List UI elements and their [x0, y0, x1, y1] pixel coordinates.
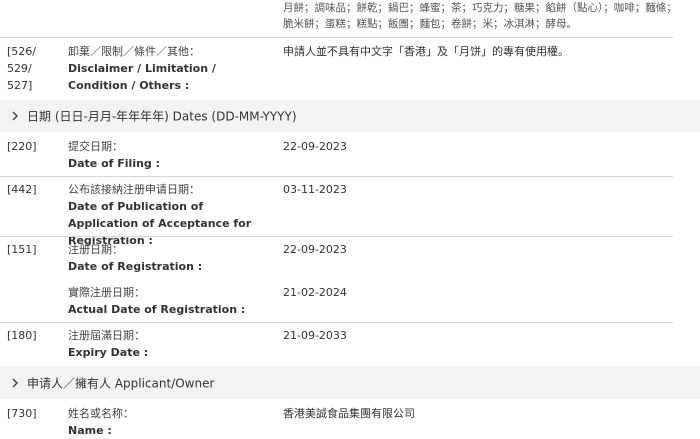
field-code: [180]: [7, 329, 37, 342]
label-zh: 實際注册日期：: [68, 286, 145, 299]
field-value: 03-11-2023: [283, 183, 347, 196]
field-label: 注册屆滿日期： Expiry Date :: [68, 327, 148, 361]
label-zh: 公布該接納注册申请日期：: [68, 183, 200, 196]
divider: [0, 236, 673, 237]
field-label: 提交日期： Date of Filing :: [68, 138, 160, 172]
field-code: [526/ 529/ 527]: [7, 45, 36, 92]
field-value: 香港美誠食品集團有限公司: [283, 407, 415, 420]
label-zh: 提交日期：: [68, 140, 123, 153]
expiry-date-row: [180] 注册屆滿日期： Expiry Date : 21-09-2033: [0, 327, 700, 363]
field-code: [730]: [7, 407, 37, 420]
label-en: Name :: [68, 424, 112, 437]
field-label: 卸棄／限制／條件／其他： Disclaimer / Limitation / C…: [68, 43, 258, 94]
field-label: 公布該接納注册申请日期： Date of Publication of Appl…: [68, 181, 268, 249]
chevron-right-icon: [12, 111, 18, 121]
field-label: 實際注册日期： Actual Date of Registration :: [68, 284, 245, 318]
field-value: 21-09-2033: [283, 329, 347, 342]
field-label: 姓名或名称： Name :: [68, 405, 134, 439]
goods-services-text: 月餅；調味品；餅乾；鍋巴；蜂蜜；茶；巧克力；糖果；餡餅（點心）；咖啡；麵條；脆米…: [283, 2, 677, 30]
divider: [0, 322, 673, 323]
label-zh: 姓名或名称：: [68, 407, 134, 420]
label-zh: 注册屆滿日期：: [68, 329, 145, 342]
label-en: Date of Registration :: [68, 260, 203, 273]
label-en: Actual Date of Registration :: [68, 303, 246, 316]
actual-registration-date-row: 實際注册日期： Actual Date of Registration : 21…: [0, 284, 700, 320]
label-en: Expiry Date :: [68, 346, 149, 359]
field-code: [220]: [7, 140, 37, 153]
filing-date-row: [220] 提交日期： Date of Filing : 22-09-2023: [0, 138, 700, 174]
field-label: 注册日期： Date of Registration :: [68, 241, 202, 275]
label-en: Disclaimer / Limitation / Condition / Ot…: [68, 62, 216, 92]
section-header-dates[interactable]: 日期 (日日-月月-年年年年) Dates (DD-MM-YYYY): [0, 100, 700, 132]
applicant-name-row: [730] 姓名或名称： Name : 香港美誠食品集團有限公司: [0, 405, 700, 438]
disclaimer-row: [526/ 529/ 527] 卸棄／限制／條件／其他： Disclaimer …: [0, 43, 700, 98]
label-en: Date of Filing :: [68, 157, 161, 170]
field-code: [151]: [7, 243, 37, 256]
section-title: 日期 (日日-月月-年年年年) Dates (DD-MM-YYYY): [27, 109, 297, 124]
field-value: 21-02-2024: [283, 286, 347, 299]
divider: [0, 176, 673, 177]
chevron-right-icon: [12, 378, 18, 387]
registration-date-row: [151] 注册日期： Date of Registration : 22-09…: [0, 241, 700, 277]
field-code: [442]: [7, 183, 37, 196]
label-zh: 卸棄／限制／條件／其他：: [68, 45, 200, 58]
divider: [0, 37, 673, 38]
label-zh: 注册日期：: [68, 243, 123, 256]
section-header-applicant[interactable]: 申请人／擁有人 Applicant/Owner: [0, 366, 700, 399]
field-value: 22-09-2023: [283, 243, 347, 256]
field-value: 申請人並不具有中文字「香港」及「月饼」的專有使用權。: [283, 45, 569, 58]
field-value: 22-09-2023: [283, 140, 347, 153]
publication-date-row: [442] 公布該接納注册申请日期： Date of Publication o…: [0, 181, 700, 247]
section-title: 申请人／擁有人 Applicant/Owner: [27, 376, 215, 390]
